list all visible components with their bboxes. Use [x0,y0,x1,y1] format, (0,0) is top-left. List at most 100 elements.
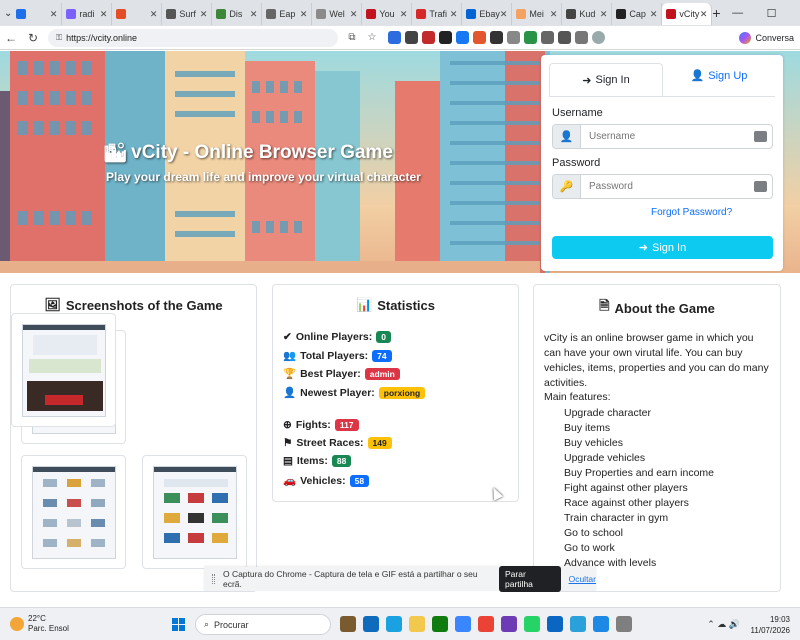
tab-close-icon[interactable]: ✕ [650,9,658,20]
tab-close-icon[interactable]: ✕ [500,9,508,20]
tab-close-icon[interactable]: ✕ [450,9,458,20]
username-input[interactable] [581,125,748,148]
sign-in-button[interactable]: ➜ Sign In [552,236,773,259]
windows-taskbar: 22°C Parc. Ensol ⌕ Procurar ⌃ ☁ 🔊 19:03 … [0,607,800,640]
stop-sharing-button[interactable]: Parar partilha [499,566,561,592]
tab-sign-in[interactable]: ➜ Sign In [549,63,663,96]
password-manager-icon[interactable] [748,175,772,198]
users-icon: 👥 [283,350,297,362]
hide-notification-link[interactable]: Ocultar [569,574,596,584]
extension-icon[interactable] [575,31,588,44]
site-info-icon[interactable]: ⚿ [56,33,62,43]
extension-icon[interactable] [541,31,554,44]
taskbar-app-icon[interactable] [616,616,632,632]
feature-item: Buy vehicles [564,437,623,449]
tab-close-icon[interactable]: ✕ [50,9,58,20]
weather-widget[interactable]: 22°C Parc. Ensol [10,614,130,634]
username-label: Username [552,107,603,119]
browser-tab[interactable]: ✕ [112,3,163,25]
tab-close-icon[interactable]: ✕ [100,9,108,20]
browser-tab[interactable]: Cap ✕ [612,3,663,25]
tab-close-icon[interactable]: ✕ [400,9,408,20]
screenshot-thumbnail[interactable] [11,313,116,427]
taskbar-app-icon[interactable] [570,616,586,632]
taskbar-app-icon[interactable] [547,616,563,632]
sign-in-icon: ➜ [638,242,648,254]
taskbar-app-icon[interactable] [409,616,425,632]
hero-title-text: vCity - Online Browser Game [131,142,393,163]
taskbar-app-icon[interactable] [524,616,540,632]
new-tab-button[interactable]: + [712,5,720,21]
tab-search-icon[interactable]: ⌄ [4,3,12,23]
start-button-icon[interactable] [172,618,185,631]
taskbar-app-icon[interactable] [363,616,379,632]
extension-icon[interactable] [524,31,537,44]
page-content: 🏙 vCity - Online Browser Game Play your … [0,51,800,607]
profile-avatar[interactable] [592,31,605,44]
browser-tab[interactable]: Trafi ✕ [412,3,463,25]
forgot-password-link[interactable]: Forgot Password? [651,207,783,218]
extension-icon[interactable] [507,31,520,44]
back-icon[interactable]: ← [0,31,22,45]
extension-icon[interactable] [439,31,452,44]
taskbar-search-label: Procurar [214,619,249,630]
browser-tab[interactable]: Dis ✕ [212,3,263,25]
fights-row: ⊕ Fights: 117 [283,419,359,431]
screenshot-thumbnail[interactable] [142,455,247,569]
extension-icon[interactable] [473,31,486,44]
extension-icon[interactable] [405,31,418,44]
taskbar-app-icon[interactable] [340,616,356,632]
tab-close-icon[interactable]: ✕ [300,9,308,20]
statistics-title-text: Statistics [377,297,435,313]
taskbar-app-icon[interactable] [455,616,471,632]
browser-tab[interactable]: You ✕ [362,3,413,25]
close-window-icon[interactable]: ✕ [789,7,800,20]
browser-tab[interactable]: vCity ✕ [662,3,713,25]
password-manager-icon[interactable] [748,125,772,148]
tab-close-icon[interactable]: ✕ [200,9,208,20]
tab-close-icon[interactable]: ✕ [150,9,158,20]
maximize-icon[interactable]: ☐ [755,7,789,20]
taskbar-app-icon[interactable] [593,616,609,632]
clock[interactable]: 19:03 11/07/2026 [751,614,790,636]
screenshot-thumbnail[interactable] [21,455,126,569]
copilot-button[interactable]: Conversa [739,31,794,44]
reload-icon[interactable]: ↻ [22,31,44,45]
total-players-badge: 74 [372,349,392,362]
extension-icon[interactable] [422,31,435,44]
browser-tab[interactable]: radi ✕ [62,3,113,25]
tab-close-icon[interactable]: ✕ [250,9,258,20]
system-tray-icons[interactable]: ⌃ ☁ 🔊 [707,619,740,630]
minimize-icon[interactable]: — [721,7,755,20]
login-tabs: ➜ Sign In 👤 Sign Up [549,55,775,97]
browser-tab[interactable]: ✕ [12,3,63,25]
tab-sign-up[interactable]: 👤 Sign Up [663,55,775,96]
tab-close-icon[interactable]: ✕ [550,9,558,20]
extension-icon[interactable] [490,31,503,44]
taskbar-app-icon[interactable] [386,616,402,632]
browser-tab[interactable]: Kud ✕ [562,3,613,25]
taskbar-app-icon[interactable] [432,616,448,632]
taskbar-search[interactable]: ⌕ Procurar [195,614,331,635]
extension-icon[interactable] [388,31,401,44]
extension-icon[interactable] [456,31,469,44]
taskbar-app-icon[interactable] [478,616,494,632]
drag-handle-icon[interactable] [212,574,215,584]
password-input[interactable] [581,175,748,198]
clock-time: 19:03 [769,615,790,624]
browser-tab[interactable]: Ebay ✕ [462,3,513,25]
address-bar[interactable]: ⚿ https://vcity.online [48,28,338,47]
taskbar-app-icon[interactable] [501,616,517,632]
browser-tab[interactable]: Mei ✕ [512,3,563,25]
online-players-label: Online Players: [295,331,373,343]
tab-close-icon[interactable]: ✕ [600,9,608,20]
browser-tab[interactable]: Wel ✕ [312,3,363,25]
screen-share-icon[interactable]: ⧉ [342,32,362,43]
bookmark-star-icon[interactable]: ☆ [362,32,382,43]
tab-favicon-icon [366,9,377,19]
browser-tab[interactable]: Eap ✕ [262,3,313,25]
browser-tab[interactable]: Surf ✕ [162,3,213,25]
tab-close-icon[interactable]: ✕ [700,9,708,20]
tab-close-icon[interactable]: ✕ [350,9,358,20]
extension-icon[interactable] [558,31,571,44]
